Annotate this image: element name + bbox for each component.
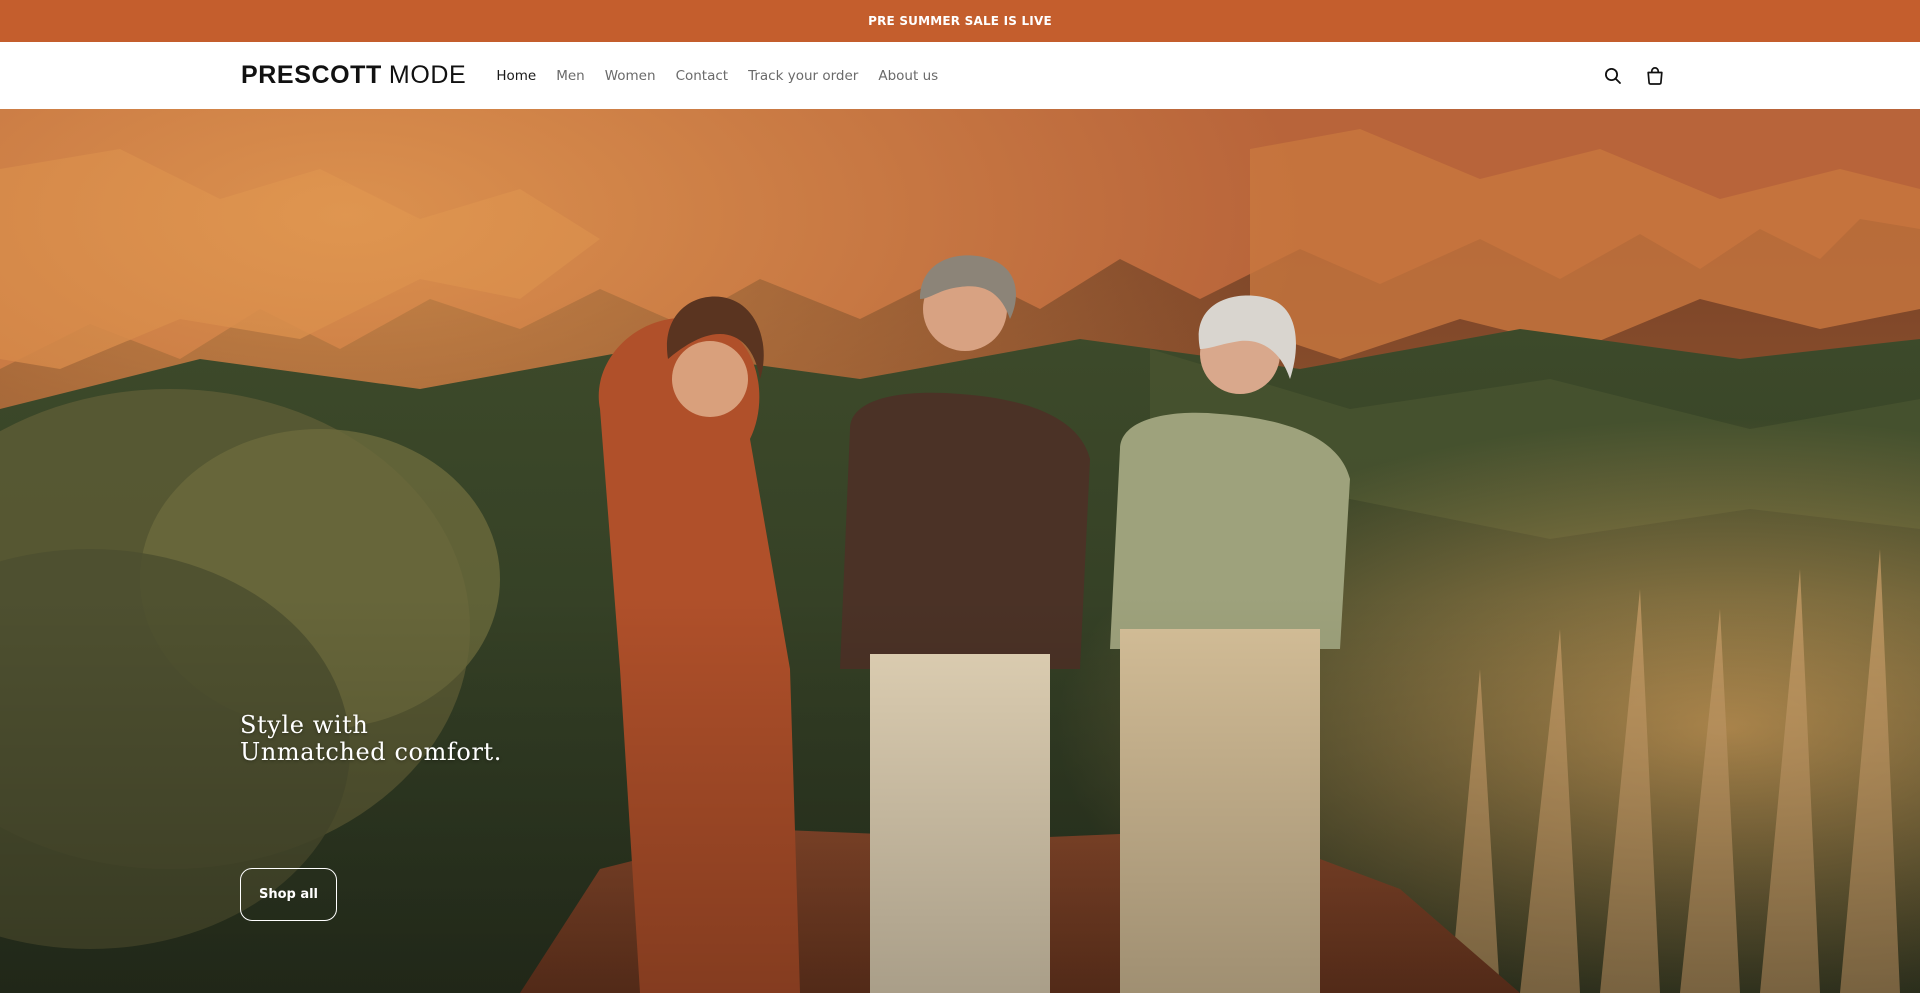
nav-link-contact[interactable]: Contact [666,60,739,92]
logo-word-bold: PRESCOTT [241,61,382,89]
shopping-bag-icon[interactable] [1643,64,1667,88]
search-icon[interactable] [1601,64,1625,88]
hero-image [0,109,1920,993]
brand-logo[interactable]: PRESCOTT MODE [241,61,466,90]
announcement-bar: PRE SUMMER SALE IS LIVE [0,0,1920,42]
hero-banner: Style with Unmatched comfort. Shop all [0,109,1920,993]
nav-link-about-us[interactable]: About us [868,60,948,92]
site-header: PRESCOTT MODE Home Men Women Contact Tra… [0,42,1920,109]
nav-link-track-order[interactable]: Track your order [738,60,868,92]
nav-link-men[interactable]: Men [546,60,595,92]
announcement-text: PRE SUMMER SALE IS LIVE [868,14,1052,28]
hero-heading-line-1: Style with [240,711,369,739]
main-nav: Home Men Women Contact Track your order … [486,60,948,92]
header-inner: PRESCOTT MODE Home Men Women Contact Tra… [241,42,1675,109]
header-actions [1601,64,1675,88]
hero-heading: Style with Unmatched comfort. [240,712,502,766]
nav-link-home[interactable]: Home [486,60,546,92]
hero-heading-line-2: Unmatched comfort. [240,738,503,766]
nav-link-women[interactable]: Women [595,60,666,92]
logo-word-light: MODE [388,61,467,89]
shop-all-button[interactable]: Shop all [240,868,337,921]
